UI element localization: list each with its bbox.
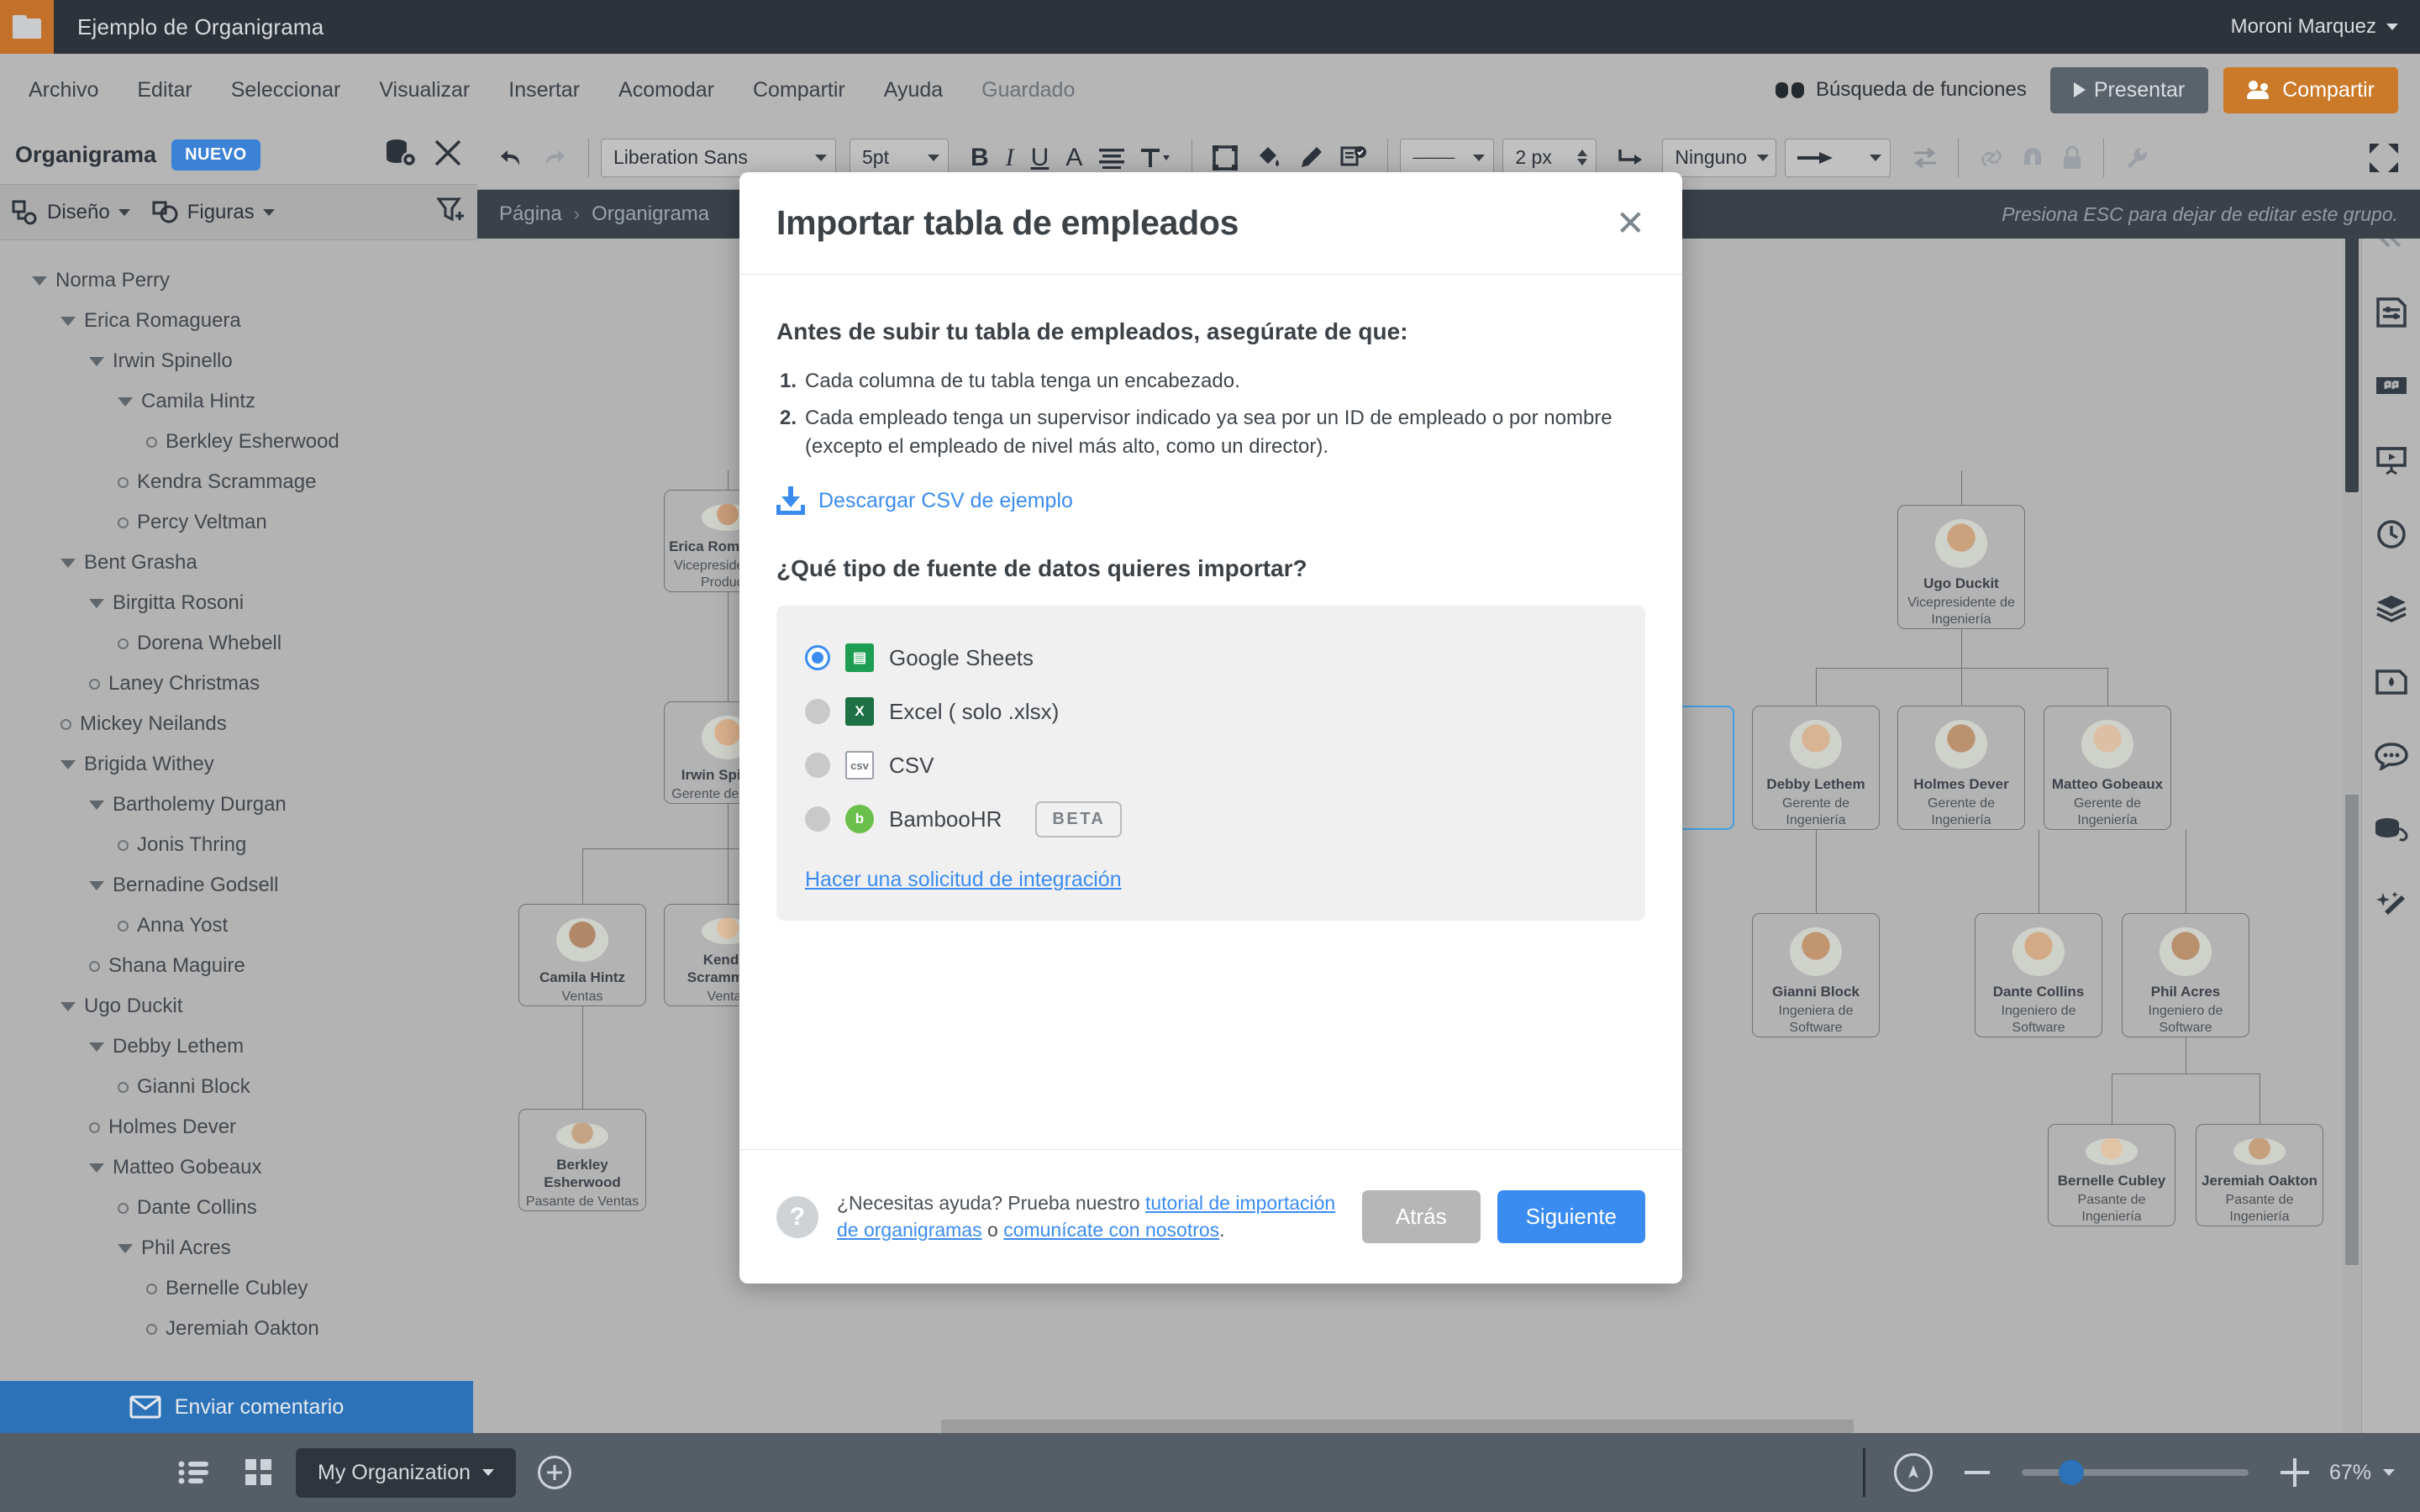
requirement-item: 1. Cada columna de tu tabla tenga un enc… <box>780 367 1645 396</box>
help-middle: o <box>981 1218 1004 1241</box>
source-option-csv[interactable]: csv CSV <box>805 738 1617 792</box>
contact-link[interactable]: comunícate con nosotros <box>1003 1219 1219 1241</box>
source-label-excel: Excel ( solo .xlsx) <box>889 698 1060 724</box>
app-root: Ejemplo de Organigrama Moroni Marquez Ar… <box>0 0 2420 1512</box>
download-sample-csv-link[interactable]: Descargar CSV de ejemplo <box>776 486 1645 516</box>
source-option-google-sheets[interactable]: ▤ Google Sheets <box>805 631 1617 685</box>
requirements-heading: Antes de subir tu tabla de empleados, as… <box>776 318 1408 344</box>
source-type-heading: ¿Qué tipo de fuente de datos quieres imp… <box>776 555 1307 582</box>
source-label-bamboohr: BambooHR <box>889 806 1002 832</box>
help-suffix: . <box>1219 1218 1225 1241</box>
requirement-number: 1. <box>780 370 797 392</box>
radio-csv[interactable] <box>805 753 830 779</box>
back-button[interactable]: Atrás <box>1361 1190 1481 1243</box>
requirements-list: 1. Cada columna de tu tabla tenga un enc… <box>780 367 1645 461</box>
radio-bamboohr[interactable] <box>805 806 830 832</box>
excel-icon: X <box>845 697 874 727</box>
modal-footer: ? ¿Necesitas ayuda? Prueba nuestro tutor… <box>739 1149 1682 1284</box>
bamboohr-icon: b <box>845 805 874 834</box>
modal-overlay: Importar tabla de empleados ✕ Antes de s… <box>0 0 2420 1512</box>
modal-title: Importar tabla de empleados <box>776 203 1239 242</box>
requirement-item: 2. Cada empleado tenga un supervisor ind… <box>780 404 1645 461</box>
google-sheets-icon: ▤ <box>845 643 874 673</box>
radio-google-sheets[interactable] <box>805 645 830 671</box>
help-text: ¿Necesitas ayuda? Prueba nuestro tutoria… <box>837 1190 1358 1243</box>
csv-icon: csv <box>845 751 874 780</box>
source-label-csv: CSV <box>889 752 934 778</box>
help-prefix: ¿Necesitas ayuda? Prueba nuestro <box>837 1191 1145 1214</box>
requirement-number: 2. <box>780 407 797 430</box>
source-option-bamboohr[interactable]: b BambooHR BETA <box>805 792 1617 846</box>
data-source-options: ▤ Google Sheets X Excel ( solo .xlsx) cs… <box>776 606 1645 921</box>
requirement-text: Cada columna de tu tabla tenga un encabe… <box>805 370 1240 392</box>
integration-request-link[interactable]: Hacer una solicitud de integración <box>805 868 1122 892</box>
source-option-excel[interactable]: X Excel ( solo .xlsx) <box>805 685 1617 738</box>
modal-body: Antes de subir tu tabla de empleados, as… <box>739 275 1682 1149</box>
close-icon[interactable]: ✕ <box>1616 205 1645 241</box>
radio-excel[interactable] <box>805 699 830 725</box>
download-sample-csv-label: Descargar CSV de ejemplo <box>818 488 1073 512</box>
download-icon <box>776 486 805 516</box>
source-label-google-sheets: Google Sheets <box>889 644 1034 670</box>
next-button[interactable]: Siguiente <box>1497 1190 1645 1243</box>
beta-badge: BETA <box>1035 801 1123 837</box>
help-icon[interactable]: ? <box>776 1195 818 1238</box>
requirement-text: Cada empleado tenga un supervisor indica… <box>805 407 1612 459</box>
modal-header: Importar tabla de empleados ✕ <box>739 172 1682 275</box>
import-employee-table-modal: Importar tabla de empleados ✕ Antes de s… <box>739 172 1682 1284</box>
